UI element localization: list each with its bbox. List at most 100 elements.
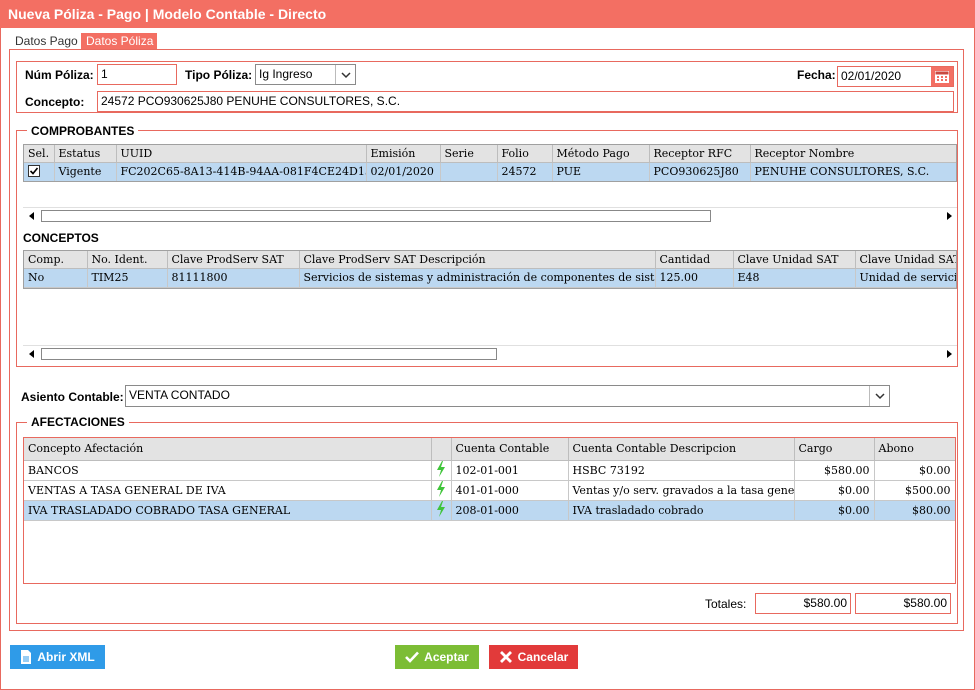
cantidad-cell: 125.00 [655, 268, 734, 288]
conceptos-title: CONCEPTOS [23, 231, 99, 245]
col-abono[interactable]: Abono [874, 438, 955, 461]
cuenta-desc-cell: HSBC 73192 [568, 460, 795, 481]
concepto-cell: IVA TRASLADADO COBRADO TASA GENERAL [24, 500, 432, 521]
comprobantes-hscrollbar[interactable] [23, 207, 957, 224]
chevron-down-icon[interactable] [869, 386, 889, 406]
aceptar-label: Aceptar [424, 650, 469, 664]
file-icon [21, 650, 32, 664]
afectaciones-title: AFECTACIONES [27, 415, 129, 429]
tipo-poliza-value: Ig Ingreso [259, 67, 313, 81]
conceptos-header-row: Comp. No. Ident. Clave ProdServ SAT Clav… [24, 251, 956, 269]
concepto-cell: VENTAS A TASA GENERAL DE IVA [24, 480, 432, 501]
checkmark-icon [29, 166, 39, 175]
col-receptor-rfc[interactable]: Receptor RFC [649, 145, 751, 163]
abono-cell: $500.00 [874, 480, 955, 501]
scrollbar-thumb[interactable] [41, 210, 711, 222]
col-cuenta-descripcion[interactable]: Cuenta Contable Descripcion [568, 438, 795, 461]
conceptos-grid[interactable]: Comp. No. Ident. Clave ProdServ SAT Clav… [23, 250, 957, 289]
scrollbar-thumb[interactable] [41, 348, 497, 360]
col-sel[interactable]: Sel. [24, 145, 55, 163]
cargo-cell: $0.00 [794, 500, 875, 521]
col-cantidad[interactable]: Cantidad [655, 251, 734, 269]
calendar-icon[interactable] [931, 67, 953, 86]
col-metodo-pago[interactable]: Método Pago [552, 145, 650, 163]
table-row[interactable]: Vigente FC202C65-8A13-414B-94AA-081F4CE2… [24, 162, 956, 181]
col-icon[interactable] [431, 438, 452, 461]
col-serie[interactable]: Serie [440, 145, 498, 163]
afectaciones-header-row: Concepto Afectación Cuenta Contable Cuen… [24, 438, 955, 461]
fecha-label: Fecha: [797, 68, 836, 82]
num-poliza-label: Núm Póliza: [25, 68, 94, 82]
metodo-pago-cell: PUE [552, 162, 650, 181]
serie-cell [440, 162, 498, 181]
concepto-input[interactable]: 24572 PCO930625J80 PENUHE CONSULTORES, S… [97, 91, 954, 112]
table-row[interactable]: BANCOS 102-01-001 HSBC 73192 $580.00 $0.… [24, 460, 955, 481]
col-cargo[interactable]: Cargo [794, 438, 875, 461]
checkmark-icon [405, 651, 420, 663]
scroll-left-icon[interactable] [23, 346, 40, 362]
concepto-cell: BANCOS [24, 460, 432, 481]
cuenta-cell: 401-01-000 [451, 480, 569, 501]
asiento-contable-label: Asiento Contable: [21, 390, 124, 404]
row-select-checkbox[interactable] [28, 164, 40, 177]
num-poliza-input[interactable]: 1 [97, 64, 177, 85]
table-row[interactable]: IVA TRASLADADO COBRADO TASA GENERAL 208-… [24, 500, 955, 521]
col-no-ident[interactable]: No. Ident. [87, 251, 168, 269]
totales-label: Totales: [705, 597, 747, 611]
cuenta-desc-cell: Ventas y/o serv. gravados a la tasa gene… [568, 480, 795, 501]
tipo-poliza-select[interactable]: Ig Ingreso [255, 64, 356, 85]
col-concepto-afectacion[interactable]: Concepto Afectación [24, 438, 432, 461]
cuenta-desc-cell: IVA trasladado cobrado [568, 500, 795, 521]
col-clave-prodserv[interactable]: Clave ProdServ SAT [167, 251, 300, 269]
conceptos-hscrollbar[interactable] [23, 345, 957, 362]
total-cargo-field: $580.00 [755, 593, 851, 614]
fecha-value: 02/01/2020 [841, 69, 902, 83]
asiento-contable-value: VENTA CONTADO [129, 388, 230, 402]
col-emision[interactable]: Emisión [366, 145, 441, 163]
scroll-left-icon[interactable] [23, 208, 40, 224]
comprobantes-grid[interactable]: Sel. Estatus UUID Emisión Serie Folio Mé… [23, 144, 957, 182]
comprobantes-header-row: Sel. Estatus UUID Emisión Serie Folio Mé… [24, 145, 956, 163]
scroll-right-icon[interactable] [940, 208, 957, 224]
col-comp[interactable]: Comp. [24, 251, 88, 269]
clave-prodserv-cell: 81111800 [167, 268, 300, 288]
cargo-cell: $0.00 [794, 480, 875, 501]
abrir-xml-button[interactable]: Abrir XML [10, 645, 105, 669]
table-row[interactable]: VENTAS A TASA GENERAL DE IVA 401-01-000 … [24, 480, 955, 501]
total-abono-field: $580.00 [855, 593, 951, 614]
col-clave-unidad-desc[interactable]: Clave Unidad SAT D [855, 251, 956, 269]
cancelar-button[interactable]: Cancelar [489, 645, 578, 669]
asiento-contable-select[interactable]: VENTA CONTADO [125, 385, 890, 407]
clave-unidad-cell: E48 [733, 268, 856, 288]
tab-datos-pago[interactable]: Datos Pago [10, 33, 81, 50]
no-ident-cell: TIM25 [87, 268, 168, 288]
abrir-xml-label: Abrir XML [37, 650, 95, 664]
cancelar-label: Cancelar [517, 650, 569, 664]
cuenta-cell: 102-01-001 [451, 460, 569, 481]
table-row[interactable]: No TIM25 81111800 Servicios de sistemas … [24, 268, 956, 288]
aceptar-button[interactable]: Aceptar [395, 645, 479, 669]
receptor-rfc-cell: PCO930625J80 [649, 162, 751, 181]
tab-datos-poliza[interactable]: Datos Póliza [81, 33, 157, 50]
lightning-icon[interactable] [431, 500, 452, 521]
col-clave-prodserv-desc[interactable]: Clave ProdServ SAT Descripción [299, 251, 656, 269]
comprobantes-title: COMPROBANTES [27, 124, 139, 138]
cuenta-cell: 208-01-000 [451, 500, 569, 521]
uuid-cell: FC202C65-8A13-414B-94AA-081F4CE24D15 [116, 162, 367, 181]
scroll-right-icon[interactable] [940, 346, 957, 362]
lightning-icon[interactable] [431, 460, 452, 481]
unidad-desc-cell: Unidad de servicio [855, 268, 956, 288]
afectaciones-grid[interactable]: Concepto Afectación Cuenta Contable Cuen… [23, 437, 956, 584]
col-receptor-nombre[interactable]: Receptor Nombre [750, 145, 956, 163]
col-cuenta-contable[interactable]: Cuenta Contable [451, 438, 569, 461]
col-folio[interactable]: Folio [497, 145, 553, 163]
chevron-down-icon[interactable] [335, 65, 355, 84]
window-title: Nueva Póliza - Pago | Modelo Contable - … [0, 0, 975, 28]
col-clave-unidad[interactable]: Clave Unidad SAT [733, 251, 856, 269]
sel-cell[interactable] [24, 162, 55, 181]
col-uuid[interactable]: UUID [116, 145, 367, 163]
col-estatus[interactable]: Estatus [54, 145, 117, 163]
receptor-nombre-cell: PENUHE CONSULTORES, S.C. [750, 162, 956, 181]
descripcion-cell: Servicios de sistemas y administración d… [299, 268, 656, 288]
lightning-icon[interactable] [431, 480, 452, 501]
